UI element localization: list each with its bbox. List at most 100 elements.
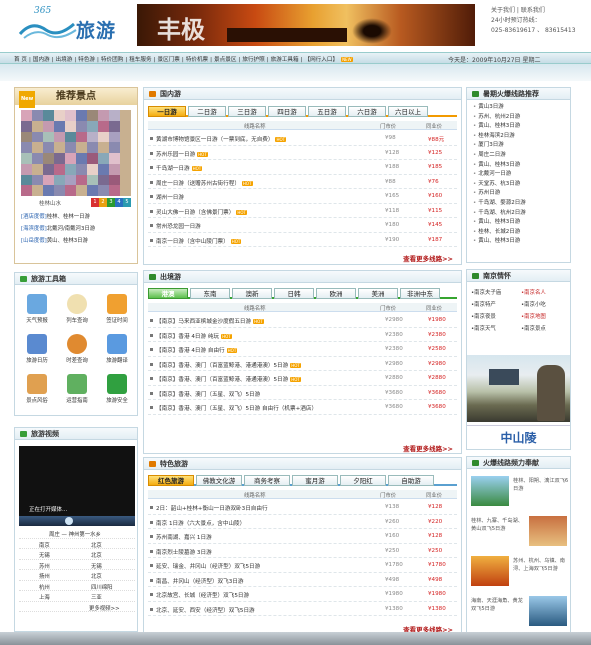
domestic-row[interactable]: 南京一日游（含中山陵门票） HOT ¥190 ¥187: [148, 233, 457, 247]
nav-item[interactable]: 出境游: [56, 57, 73, 63]
video-more-text[interactable]: 更多视频>>: [89, 604, 120, 612]
tab-special-1[interactable]: 佛教文化游: [196, 475, 242, 486]
tab-special-2[interactable]: 商务考察: [244, 475, 290, 486]
video-link[interactable]: 无锡: [91, 562, 102, 570]
nanjing-link[interactable]: •南京天气: [471, 323, 521, 335]
tab-outbound-1[interactable]: 东南: [190, 288, 230, 299]
pager-button[interactable]: 4: [115, 198, 123, 207]
route-name[interactable]: 常州恐龙园一日游: [156, 222, 201, 230]
hotline-item[interactable]: 桂林海滨2日游: [473, 132, 569, 142]
nav-item[interactable]: 景区门票: [157, 57, 179, 63]
route-name[interactable]: 周庄一日游（送赠苏州古街行程） HOT: [156, 179, 253, 187]
route-name[interactable]: 2日：韶山+桂林+衡山一日游双卧3日自由行: [156, 504, 268, 512]
top-banner[interactable]: 丰极: [137, 4, 475, 46]
nav-item[interactable]: 旅游工具箱: [271, 57, 299, 63]
hotline-item[interactable]: 天堂苏、杭3日游: [473, 180, 569, 190]
frequency-thumb[interactable]: [529, 596, 567, 626]
nanjing-caption[interactable]: 中山陵: [467, 425, 570, 449]
tab-special-4[interactable]: 夕阳红: [340, 475, 386, 486]
nanjing-link[interactable]: •南京夜景: [471, 311, 521, 323]
tool-label[interactable]: 时差查询: [57, 356, 97, 364]
outbound-row[interactable]: 【南京】香港、澳门（百富蓝鲸港、港通港澳）5日游 HOT ¥2980 ¥2980: [148, 357, 457, 371]
route-name[interactable]: 【南京】香港 4日游 纯玩 HOT: [156, 332, 232, 340]
hotline-item[interactable]: 千岛湖、婺源2日游: [473, 199, 569, 209]
special-row[interactable]: 苏州南湖、嘉兴 1日游 ¥160 ¥128: [148, 529, 457, 544]
route-name[interactable]: 千岛湖一日游 HOT: [156, 164, 203, 172]
tool-label[interactable]: 运营指南: [57, 396, 97, 404]
domestic-row[interactable]: 湖州一日游 ¥165 ¥160: [148, 189, 457, 204]
pager-button[interactable]: 3: [107, 198, 115, 207]
outbound-row[interactable]: 【南京】香港 4日游 自由行 HOT ¥2380 ¥2580: [148, 342, 457, 357]
frequency-thumb[interactable]: [471, 476, 509, 506]
tab-domestic-5[interactable]: 六日游: [348, 106, 386, 117]
nanjing-link[interactable]: •南京景点: [521, 323, 571, 335]
route-name[interactable]: 【南京】香港、澳门（百富蓝鲸港、港通港澳）5日游 HOT: [156, 361, 301, 369]
nav-item[interactable]: 首 页: [14, 57, 27, 63]
special-row[interactable]: 2日：韶山+桂林+衡山一日游双卧3日自由行 ¥138 ¥128: [148, 500, 457, 515]
nav-item[interactable]: 租车服务: [129, 57, 151, 63]
hotline-item[interactable]: 黄山、桂林3日游: [473, 218, 569, 228]
route-name[interactable]: 【南京】马来西亚槟城金沙度假五日游 HOT: [156, 317, 264, 325]
domestic-row[interactable]: 常州恐龙园一日游 ¥180 ¥145: [148, 218, 457, 233]
frequency-text[interactable]: 桂林、九寨、千岛湖、黄山双飞5日游: [471, 517, 527, 533]
recommend-link-text[interactable]: 黄山、桂林3日游: [47, 238, 88, 244]
video-link[interactable]: 北京: [91, 572, 102, 580]
route-name[interactable]: 南京 1日游（六大景点，含中山陵）: [156, 519, 245, 527]
video-list-header-text[interactable]: 周庄 — 神州第一水乡: [49, 530, 101, 538]
site-logo[interactable]: 365 旅游: [14, 6, 124, 44]
video-link[interactable]: 杭州: [39, 583, 50, 591]
video-link[interactable]: 北京: [91, 541, 102, 549]
frequency-text[interactable]: 海南、天涯海角、黄龙双飞5日游: [471, 597, 527, 613]
tool-item[interactable]: 天气预报: [17, 291, 57, 331]
tool-item[interactable]: 列车查询: [57, 291, 97, 331]
domestic-row[interactable]: 苏州乐园一日游 HOT ¥128 ¥125: [148, 146, 457, 160]
tool-label[interactable]: 旅游安全: [97, 396, 137, 404]
tool-label[interactable]: 天气预报: [17, 316, 57, 324]
video-more-link[interactable]: 更多视频>>: [19, 602, 135, 612]
tab-domestic-2[interactable]: 三日游: [228, 106, 266, 117]
hotline-item[interactable]: 黄山3日游: [473, 103, 569, 113]
outbound-row[interactable]: 【南京】香港 4日游 纯玩 HOT ¥2380 ¥2380: [148, 328, 457, 342]
frequency-text[interactable]: 苏州、杭州、乌镇、南浔、上海双飞5日游: [513, 557, 569, 573]
route-name[interactable]: 南京一日游（含中山陵门票） HOT: [156, 237, 242, 245]
recommend-image[interactable]: [21, 110, 131, 196]
route-name[interactable]: 延安、瑞金、井冈山（经济型）双飞5日游: [156, 562, 260, 570]
tool-label[interactable]: 旅游翻译: [97, 356, 137, 364]
tab-special-5[interactable]: 自助游: [388, 475, 434, 486]
tool-icon[interactable]: [67, 294, 87, 314]
outbound-more-link[interactable]: 查看更多线路>>: [403, 443, 453, 453]
tab-outbound-3[interactable]: 日韩: [274, 288, 314, 299]
hotline-item[interactable]: 北戴河一日游: [473, 170, 569, 180]
tool-label[interactable]: 景点风俗: [17, 396, 57, 404]
tool-icon[interactable]: [107, 294, 127, 314]
special-row[interactable]: 延安、瑞金、井冈山（经济型）双飞5日游 ¥1780 ¥1780: [148, 558, 457, 573]
video-link[interactable]: 北京: [91, 551, 102, 559]
nanjing-link[interactable]: •南京名人: [521, 287, 571, 299]
tool-icon[interactable]: [107, 334, 127, 354]
outbound-row[interactable]: 【南京】香港、澳门（五星、双飞）5日游 ¥3680 ¥3680: [148, 386, 457, 400]
hotline-item[interactable]: 黄山、桂林3日游: [473, 161, 569, 171]
route-name[interactable]: 北京、延安、西安（经济型）双飞5日游: [156, 606, 255, 614]
special-row[interactable]: 南京烈士陵墓游 3日游 ¥250 ¥250: [148, 544, 457, 558]
tool-icon[interactable]: [27, 334, 47, 354]
recommend-link-tag[interactable]: [海滨度假]: [21, 226, 47, 232]
route-name[interactable]: 黄湖市博物馆景区一日游（一票到底，无自费） HOT: [156, 135, 287, 143]
nav-item[interactable]: 特价团购: [101, 57, 123, 63]
video-link[interactable]: 苏州: [39, 562, 50, 570]
video-link[interactable]: 上海: [39, 593, 50, 601]
tab-domestic-1[interactable]: 二日游: [188, 106, 226, 117]
nanjing-link[interactable]: •南京小吃: [521, 299, 571, 311]
tool-item[interactable]: 旅游翻译: [97, 331, 137, 371]
video-link[interactable]: 三亚: [91, 593, 102, 601]
nav-item[interactable]: 景点景区: [214, 57, 236, 63]
recommend-link[interactable]: [海滨度假]北戴河/南戴河3日游: [21, 224, 95, 232]
tool-item[interactable]: 景点风俗: [17, 371, 57, 411]
pager-button[interactable]: 1: [91, 198, 99, 207]
tab-domestic-3[interactable]: 四日游: [268, 106, 306, 117]
video-link[interactable]: 四川绵阳: [91, 583, 113, 591]
pager-button[interactable]: 5: [123, 198, 131, 207]
hotline-item[interactable]: 黄山、桂林3日游: [473, 237, 569, 247]
tab-special-0[interactable]: 红色旅游: [148, 475, 194, 486]
route-name[interactable]: 苏州南湖、嘉兴 1日游: [156, 533, 212, 541]
route-name[interactable]: 南京烈士陵墓游 3日游: [156, 548, 212, 556]
